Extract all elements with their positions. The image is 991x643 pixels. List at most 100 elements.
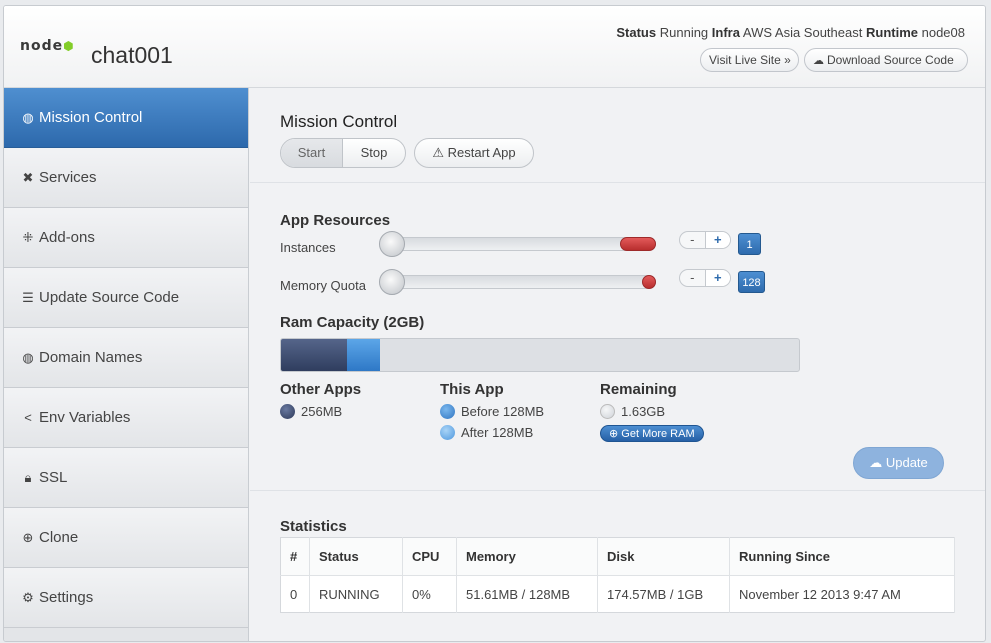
memory-value-badge: 128 (738, 271, 765, 293)
instances-label: Instances (280, 240, 336, 255)
sidebar-item-label: Add-ons (39, 229, 95, 246)
stop-button[interactable]: Stop (343, 139, 405, 167)
plus-circle-icon: ⊕ (609, 428, 619, 440)
warning-icon: ⚠ (432, 145, 445, 160)
plug-icon: ⁜ (22, 230, 34, 245)
instances-slider-fill (620, 237, 656, 251)
table-cell: 0 (280, 575, 310, 613)
tools-icon: ✖ (22, 170, 34, 185)
table-cell: 174.57MB / 1GB (597, 575, 730, 613)
start-stop-group: Start Stop (280, 138, 406, 168)
restart-app-button[interactable]: ⚠ Restart App (414, 138, 534, 168)
statistics-title: Statistics (280, 518, 347, 535)
plus-circle-icon: ⊕ (22, 530, 34, 545)
sidebar-item-mission-control[interactable]: ◍ Mission Control (4, 88, 248, 148)
statistics-section: Statistics # Status CPU Memory Disk Runn… (250, 491, 985, 641)
runtime-value: node08 (921, 25, 965, 40)
memory-quota-slider[interactable] (379, 269, 656, 295)
sidebar-item-clone[interactable]: ⊕ Clone (4, 508, 248, 568)
status-label: Status (616, 25, 657, 40)
table-cell: November 12 2013 9:47 AM (729, 575, 955, 613)
list-icon: ☰ (22, 290, 34, 305)
share-icon: < (24, 410, 32, 425)
instances-value-badge: 1 (738, 233, 761, 255)
column-header: Running Since (729, 537, 955, 576)
main-content: Mission Control Start Stop ⚠ Restart App… (250, 88, 985, 641)
this-app-heading: This App (440, 381, 504, 398)
instances-slider-handle[interactable] (379, 231, 405, 257)
statistics-table: # Status CPU Memory Disk Running Since 0… (280, 537, 955, 613)
sidebar-item-services[interactable]: ✖ Services (4, 148, 248, 208)
table-header-row: # Status CPU Memory Disk Running Since (280, 537, 955, 576)
other-apps-legend: Other Apps 256MB (280, 381, 361, 424)
top-header: node⬢ chat001 Status Running Infra AWS A… (4, 6, 985, 88)
remaining-dot (600, 404, 615, 419)
before-value: Before 128MB (440, 403, 544, 424)
memory-slider-fill (642, 275, 656, 289)
column-header: Memory (456, 537, 598, 576)
start-button[interactable]: Start (281, 139, 343, 167)
remaining-legend: Remaining 1.63GB ⊕ Get More RAM (600, 381, 704, 445)
this-app-legend: This App Before 128MB After 128MB (440, 381, 544, 445)
ram-other-apps-segment (281, 339, 347, 371)
after-value: After 128MB (440, 424, 544, 445)
remaining-value: 1.63GB (600, 403, 704, 424)
memory-increment-button[interactable]: + (704, 270, 730, 286)
cloud-download-icon: ☁ (813, 55, 824, 67)
before-dot (440, 404, 455, 419)
update-button[interactable]: ☁ Update (853, 447, 944, 479)
infra-value: AWS Asia Southeast (742, 25, 863, 40)
other-apps-heading: Other Apps (280, 381, 362, 398)
sidebar-item-label: Update Source Code (39, 289, 180, 306)
sidebar-item-add-ons[interactable]: ⁜ Add-ons (4, 208, 248, 268)
sidebar-item-label: Mission Control (39, 109, 143, 126)
status-value: Running (659, 25, 709, 40)
instances-increment-button[interactable]: + (704, 232, 730, 248)
sidebar-item-update-source-code[interactable]: ☰ Update Source Code (4, 268, 248, 328)
column-header: Status (309, 537, 403, 576)
memory-decrement-button[interactable]: - (680, 270, 705, 286)
instances-slider[interactable] (379, 231, 656, 257)
runtime-label: Runtime (865, 25, 918, 40)
sidebar-item-label: Clone (39, 529, 79, 546)
instances-stepper: - + (679, 231, 731, 249)
sidebar-item-label: Domain Names (39, 349, 143, 366)
app-window: node⬢ chat001 Status Running Infra AWS A… (3, 5, 986, 642)
download-source-button[interactable]: ☁ Download Source Code (804, 48, 968, 72)
ram-capacity-title: Ram Capacity (2GB) (280, 314, 425, 331)
app-resources-title: App Resources (280, 212, 391, 229)
table-cell: RUNNING (309, 575, 403, 613)
memory-slider-handle[interactable] (379, 269, 405, 295)
infra-label: Infra (711, 25, 740, 40)
sidebar-item-label: Env Variables (39, 409, 131, 426)
table-row: 0 RUNNING 0% 51.61MB / 128MB 174.57MB / … (280, 575, 955, 613)
sidebar-item-domain-names[interactable]: ◍ Domain Names (4, 328, 248, 388)
sidebar-item-env-variables[interactable]: < Env Variables (4, 388, 248, 448)
remaining-heading: Remaining (600, 381, 677, 398)
mission-control-section: Mission Control Start Stop ⚠ Restart App (250, 88, 985, 183)
sidebar-item-ssl[interactable]: 🔒︎ SSL (4, 448, 248, 508)
get-more-ram-button[interactable]: ⊕ Get More RAM (600, 425, 704, 442)
page-title: Mission Control (280, 112, 398, 131)
sidebar: ◍ Mission Control ✖ Services ⁜ Add-ons ☰ Update… (4, 88, 249, 641)
memory-stepper: - + (679, 269, 731, 287)
status-line: Status Running Infra AWS Asia Southeast … (616, 25, 965, 40)
dashboard-icon: ◍ (22, 110, 34, 125)
sidebar-item-label: Settings (39, 589, 94, 606)
app-title: chat001 (91, 42, 173, 68)
sidebar-item-settings[interactable]: ⚙ Settings (4, 568, 248, 628)
column-header: Disk (597, 537, 730, 576)
memory-quota-label: Memory Quota (280, 278, 366, 293)
app-resources-section: App Resources Instances - + 1 Memory Quo… (250, 183, 985, 491)
table-cell: 0% (402, 575, 457, 613)
sidebar-item-label: SSL (39, 469, 68, 486)
node-logo: node⬢ (20, 38, 75, 54)
lock-icon: 🔒︎ (24, 470, 32, 485)
after-dot (440, 425, 455, 440)
ram-capacity-bar (280, 338, 800, 372)
globe-icon: ◍ (22, 350, 34, 365)
column-header: CPU (402, 537, 457, 576)
visit-live-site-button[interactable]: Visit Live Site » (700, 48, 799, 72)
sidebar-item-label: Services (39, 169, 97, 186)
instances-decrement-button[interactable]: - (680, 232, 705, 248)
